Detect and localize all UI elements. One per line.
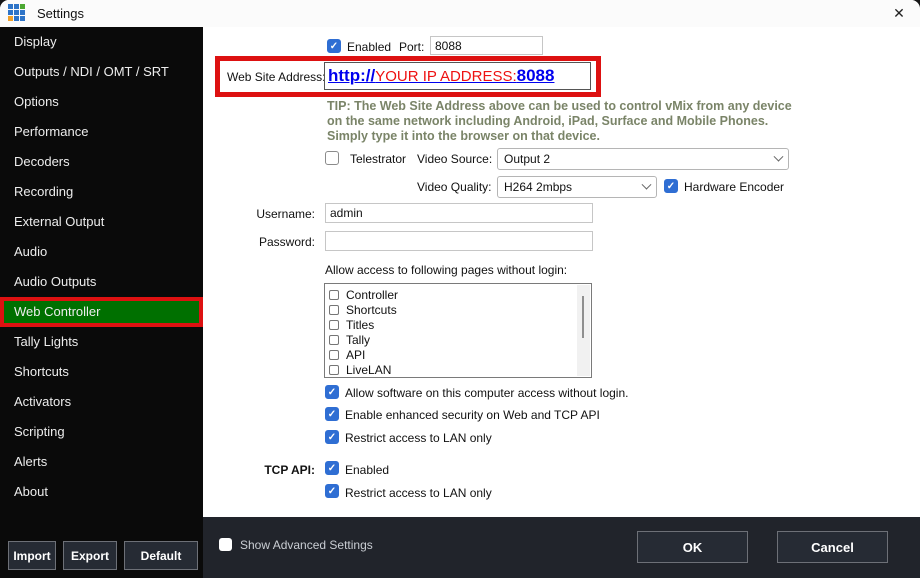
video-source-select[interactable]: Output 2 bbox=[497, 148, 789, 170]
sidebar-item-activators[interactable]: Activators bbox=[0, 387, 203, 417]
web-controller-panel: Enabled Port: Web Site Address: http://Y… bbox=[203, 27, 920, 517]
tip-line-2: on the same network including Android, i… bbox=[327, 114, 769, 128]
tip-line-3: Simply type it into the browser on that … bbox=[327, 129, 600, 143]
sidebar-item-recording[interactable]: Recording bbox=[0, 177, 203, 207]
password-label: Password: bbox=[258, 235, 315, 249]
scrollbar-thumb[interactable] bbox=[582, 296, 584, 338]
url-scheme: http:// bbox=[328, 66, 376, 85]
shortcuts-checkbox[interactable] bbox=[329, 304, 339, 315]
page-access-listbox: Controller Shortcuts Titles Tally API Li… bbox=[324, 283, 592, 378]
video-quality-label: Video Quality: bbox=[417, 180, 492, 194]
video-quality-value: H264 2mbps bbox=[504, 180, 573, 194]
list-item-controller[interactable]: Controller bbox=[329, 287, 591, 302]
livelan-checkbox[interactable] bbox=[329, 364, 339, 375]
controller-checkbox[interactable] bbox=[329, 289, 339, 300]
sidebar-item-performance[interactable]: Performance bbox=[0, 117, 203, 147]
app-grid-icon bbox=[8, 4, 27, 23]
web-enabled-checkbox[interactable] bbox=[327, 39, 341, 53]
listbox-scrollbar[interactable] bbox=[577, 285, 590, 376]
window-body: Settings ✕ Display Outputs / NDI / OMT /… bbox=[0, 0, 920, 578]
allow-software-checkbox[interactable] bbox=[325, 385, 339, 399]
sidebar-item-audio-outputs[interactable]: Audio Outputs bbox=[0, 267, 203, 297]
window-title: Settings bbox=[37, 6, 84, 21]
sidebar-item-tally-lights[interactable]: Tally Lights bbox=[0, 327, 203, 357]
sidebar: Display Outputs / NDI / OMT / SRT Option… bbox=[0, 27, 203, 578]
username-input[interactable] bbox=[325, 203, 593, 223]
tcp-enabled-checkbox[interactable] bbox=[325, 461, 339, 475]
settings-window: Settings ✕ Display Outputs / NDI / OMT /… bbox=[0, 0, 920, 578]
tally-checkbox[interactable] bbox=[329, 334, 339, 345]
hardware-encoder-label: Hardware Encoder bbox=[684, 180, 785, 194]
tip-text: TIP: The Web Site Address above can be u… bbox=[327, 99, 807, 144]
close-icon[interactable]: ✕ bbox=[878, 0, 920, 27]
sidebar-item-web-controller[interactable]: Web Controller bbox=[0, 297, 203, 327]
tcp-enabled-label: Enabled bbox=[345, 463, 390, 477]
list-item-livelan[interactable]: LiveLAN bbox=[329, 362, 591, 377]
website-url-link[interactable]: http://YOUR IP ADDRESS:8088 bbox=[328, 66, 554, 86]
tcp-api-label: TCP API: bbox=[264, 463, 315, 477]
web-enabled-label: Enabled bbox=[347, 40, 392, 54]
list-item-shortcuts[interactable]: Shortcuts bbox=[329, 302, 591, 317]
chevron-down-icon bbox=[641, 179, 652, 190]
website-annotation-box: Web Site Address: http://YOUR IP ADDRESS… bbox=[215, 56, 601, 97]
chevron-down-icon bbox=[773, 151, 784, 162]
enhanced-security-checkbox[interactable] bbox=[325, 407, 339, 421]
tcp-restrict-checkbox[interactable] bbox=[325, 484, 339, 498]
port-label: Port: bbox=[399, 40, 425, 54]
sidebar-item-external-output[interactable]: External Output bbox=[0, 207, 203, 237]
sidebar-buttons: Import Export Default bbox=[8, 541, 198, 570]
tip-line-1: TIP: The Web Site Address above can be u… bbox=[327, 99, 792, 113]
username-label: Username: bbox=[256, 207, 315, 221]
video-source-value: Output 2 bbox=[504, 152, 551, 166]
default-button[interactable]: Default bbox=[124, 541, 198, 570]
url-port: 8088 bbox=[516, 66, 555, 85]
api-checkbox[interactable] bbox=[329, 349, 339, 360]
sidebar-item-audio[interactable]: Audio bbox=[0, 237, 203, 267]
show-advanced-checkbox[interactable] bbox=[219, 538, 232, 551]
sidebar-item-shortcuts[interactable]: Shortcuts bbox=[0, 357, 203, 387]
footer-bar: Show Advanced Settings OK Cancel bbox=[203, 517, 920, 578]
telestrator-label: Telestrator bbox=[350, 152, 407, 166]
allow-software-label: Allow software on this computer access w… bbox=[345, 386, 629, 400]
sidebar-item-outputs-ndi-omt-srt[interactable]: Outputs / NDI / OMT / SRT bbox=[0, 57, 203, 87]
title-bar: Settings ✕ bbox=[0, 0, 920, 27]
cancel-button[interactable]: Cancel bbox=[777, 531, 888, 563]
telestrator-checkbox[interactable] bbox=[325, 151, 339, 165]
tcp-restrict-label: Restrict access to LAN only bbox=[345, 486, 492, 500]
list-item-api[interactable]: API bbox=[329, 347, 591, 362]
sidebar-item-decoders[interactable]: Decoders bbox=[0, 147, 203, 177]
sidebar-item-scripting[interactable]: Scripting bbox=[0, 417, 203, 447]
titles-checkbox[interactable] bbox=[329, 319, 339, 330]
ok-button[interactable]: OK bbox=[637, 531, 748, 563]
password-input[interactable] bbox=[325, 231, 593, 251]
list-item-tally[interactable]: Tally bbox=[329, 332, 591, 347]
video-quality-select[interactable]: H264 2mbps bbox=[497, 176, 657, 198]
hardware-encoder-checkbox[interactable] bbox=[664, 179, 678, 193]
video-source-label: Video Source: bbox=[417, 152, 493, 166]
url-host: YOUR IP ADDRESS bbox=[375, 68, 513, 85]
enhanced-security-label: Enable enhanced security on Web and TCP … bbox=[345, 408, 600, 422]
sidebar-item-options[interactable]: Options bbox=[0, 87, 203, 117]
sidebar-item-about[interactable]: About bbox=[0, 477, 203, 507]
import-button[interactable]: Import bbox=[8, 541, 56, 570]
website-address-label: Web Site Address: bbox=[227, 70, 326, 84]
port-input[interactable] bbox=[430, 36, 543, 55]
sidebar-item-display[interactable]: Display bbox=[0, 27, 203, 57]
website-url-frame: http://YOUR IP ADDRESS:8088 bbox=[324, 62, 591, 90]
show-advanced-label: Show Advanced Settings bbox=[240, 538, 373, 552]
export-button[interactable]: Export bbox=[63, 541, 117, 570]
restrict-lan-label: Restrict access to LAN only bbox=[345, 431, 492, 445]
allow-pages-label: Allow access to following pages without … bbox=[325, 263, 568, 277]
sidebar-item-alerts[interactable]: Alerts bbox=[0, 447, 203, 477]
list-item-titles[interactable]: Titles bbox=[329, 317, 591, 332]
restrict-lan-checkbox[interactable] bbox=[325, 430, 339, 444]
